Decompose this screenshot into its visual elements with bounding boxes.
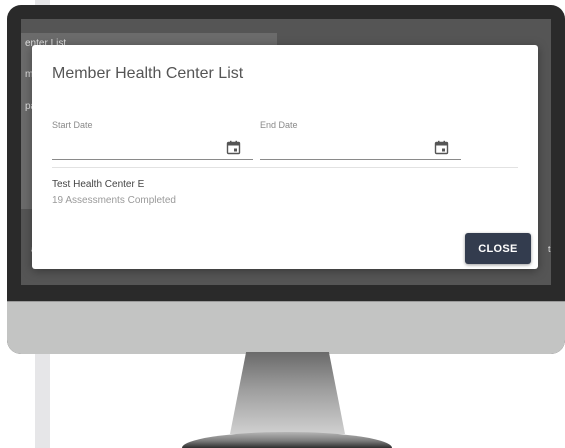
- monitor-stand-neck: [230, 352, 345, 434]
- start-date-label: Start Date: [52, 120, 93, 130]
- dialog-title: Member Health Center List: [52, 65, 244, 82]
- health-center-name[interactable]: Test Health Center E: [52, 179, 144, 190]
- monitor-stand-base: [182, 432, 392, 448]
- dialog-divider: [52, 167, 518, 168]
- close-button[interactable]: CLOSE: [465, 233, 531, 264]
- start-date-field[interactable]: Start Date: [52, 120, 253, 160]
- health-center-list-dialog: Member Health Center List Start Date End…: [32, 45, 538, 269]
- end-date-underline: [260, 159, 461, 160]
- background-text: t: [548, 244, 551, 254]
- calendar-icon[interactable]: [226, 140, 241, 155]
- start-date-underline: [52, 159, 253, 160]
- end-date-field[interactable]: End Date: [260, 120, 461, 160]
- monitor-chin: [7, 301, 565, 354]
- calendar-icon[interactable]: [434, 140, 449, 155]
- assessments-completed: 19 Assessments Completed: [52, 195, 176, 206]
- end-date-label: End Date: [260, 120, 298, 130]
